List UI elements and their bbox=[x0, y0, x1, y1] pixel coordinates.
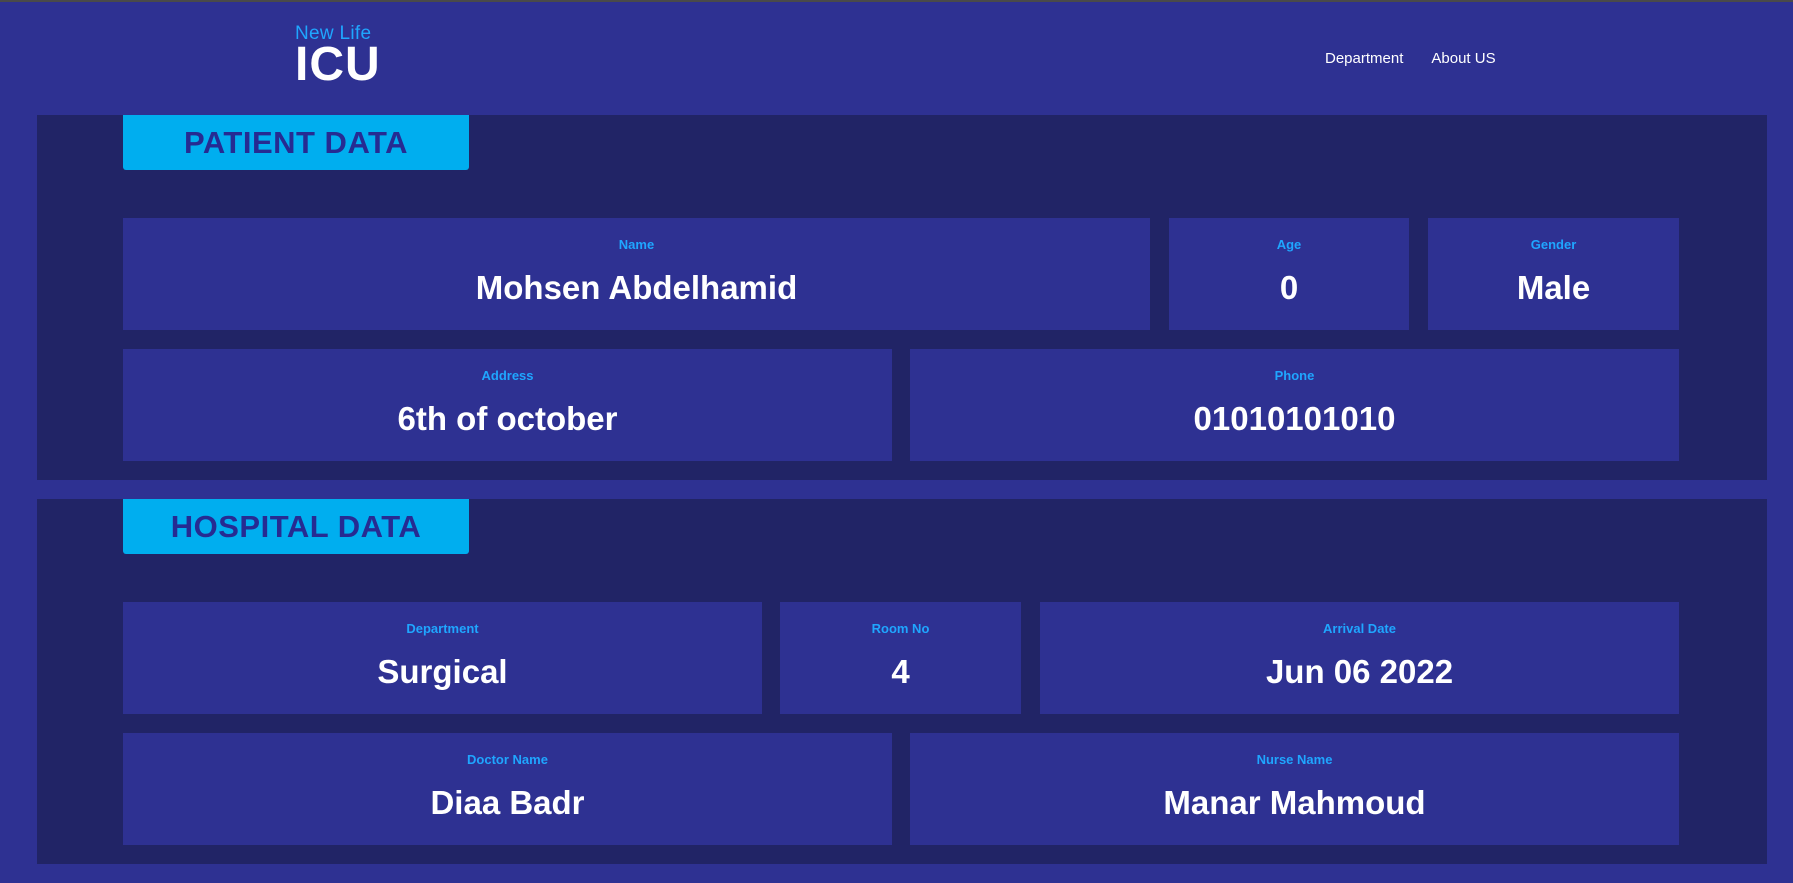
patient-name-card: Name Mohsen Abdelhamid bbox=[123, 218, 1150, 330]
hospital-arrival-label: Arrival Date bbox=[1323, 621, 1396, 636]
nav-link-department[interactable]: Department bbox=[1325, 50, 1403, 67]
patient-name-label: Name bbox=[618, 237, 655, 252]
patient-data-section: PATIENT DATA Name Mohsen Abdelhamid Age … bbox=[37, 115, 1767, 480]
logo-title: ICU bbox=[295, 38, 381, 91]
patient-age-value: 0 bbox=[1279, 269, 1299, 306]
hospital-doctor-card: Doctor Name Diaa Badr bbox=[123, 733, 892, 845]
hospital-data-section: HOSPITAL DATA Department Surgical Room N… bbox=[37, 499, 1767, 864]
patient-name-value: Mohsen Abdelhamid bbox=[475, 269, 798, 306]
patient-gender-value: Male bbox=[1516, 269, 1591, 306]
main-nav: Department About US bbox=[1325, 50, 1496, 67]
hospital-doctor-value: Diaa Badr bbox=[430, 784, 585, 821]
patient-address-label: Address bbox=[481, 368, 534, 383]
hospital-data-heading: HOSPITAL DATA bbox=[123, 499, 469, 554]
hospital-room-label: Room No bbox=[871, 621, 930, 636]
patient-address-card: Address 6th of october bbox=[123, 349, 892, 461]
patient-phone-label: Phone bbox=[1274, 368, 1315, 383]
hospital-doctor-label: Doctor Name bbox=[467, 752, 548, 767]
nav-link-about-us[interactable]: About US bbox=[1431, 50, 1495, 67]
hospital-department-label: Department bbox=[406, 621, 479, 636]
patient-phone-value: 01010101010 bbox=[1193, 400, 1396, 437]
hospital-nurse-label: Nurse Name bbox=[1256, 752, 1333, 767]
patient-data-heading: PATIENT DATA bbox=[123, 115, 469, 170]
hospital-room-value: 4 bbox=[891, 653, 910, 690]
patient-address-value: 6th of october bbox=[397, 400, 618, 437]
hospital-nurse-card: Nurse Name Manar Mahmoud bbox=[910, 733, 1679, 845]
hospital-department-card: Department Surgical bbox=[123, 602, 762, 714]
patient-phone-card: Phone 01010101010 bbox=[910, 349, 1679, 461]
hospital-nurse-value: Manar Mahmoud bbox=[1163, 784, 1426, 821]
hospital-arrival-card: Arrival Date Jun 06 2022 bbox=[1040, 602, 1679, 714]
hospital-arrival-value: Jun 06 2022 bbox=[1265, 653, 1454, 690]
logo[interactable]: New Life ICU bbox=[295, 24, 381, 89]
site-header: New Life ICU Department About US bbox=[0, 2, 1793, 115]
hospital-room-card: Room No 4 bbox=[780, 602, 1021, 714]
hospital-department-value: Surgical bbox=[377, 653, 508, 690]
patient-gender-label: Gender bbox=[1530, 237, 1577, 252]
patient-age-label: Age bbox=[1276, 237, 1302, 252]
patient-gender-card: Gender Male bbox=[1428, 218, 1679, 330]
patient-age-card: Age 0 bbox=[1169, 218, 1409, 330]
